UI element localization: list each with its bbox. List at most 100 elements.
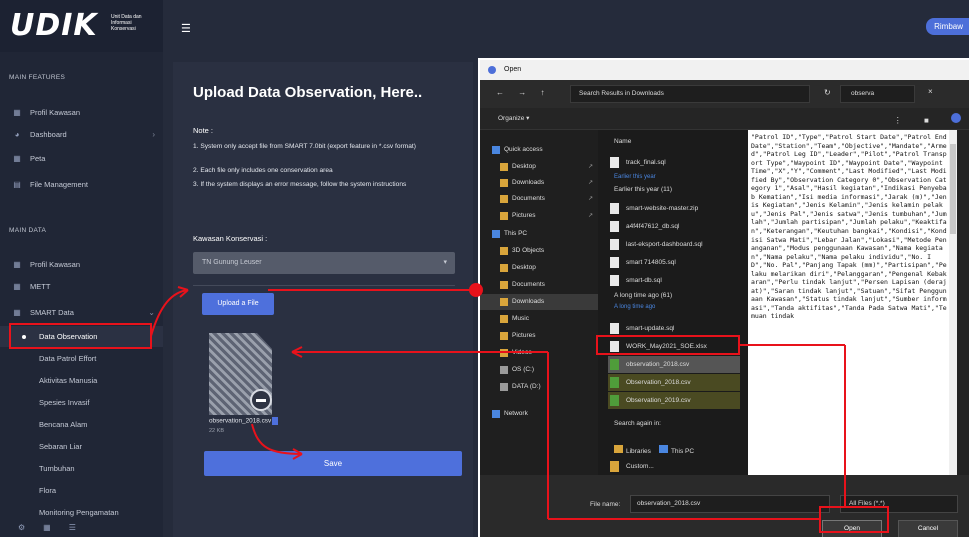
nav-item[interactable]: Quick access	[480, 142, 598, 158]
file-item[interactable]: smart-db.sql	[608, 272, 740, 289]
nav-item[interactable]: Desktop	[480, 260, 598, 276]
pin-icon: ↗	[588, 164, 594, 170]
nav-item[interactable]: OS (C:)	[480, 362, 598, 378]
save-button[interactable]: Save	[204, 451, 462, 476]
file-item[interactable]: smart-update.sql	[608, 320, 740, 337]
map-icon: ▦	[13, 154, 21, 163]
nav-item[interactable]: Network	[480, 406, 598, 422]
navigation-pane: Quick access Desktop ↗ Downloads ↗ Documents ↗…	[480, 130, 598, 475]
search-input[interactable]: observa	[840, 85, 915, 103]
file-item[interactable]: smart 714805.sql	[608, 254, 740, 271]
nav-item-label: 3D Objects	[512, 247, 545, 254]
file-item-label: observation_2018.csv	[626, 361, 690, 368]
nav-item[interactable]: Desktop ↗	[480, 159, 598, 175]
nav-item[interactable]: 3D Objects	[480, 243, 598, 259]
sidebar-item-profil-kawasan[interactable]: ▦ Profil Kawasan	[0, 102, 163, 124]
sidebar-subitem-tumbuhan[interactable]: Tumbuhan	[0, 458, 163, 479]
file-item[interactable]: track_final.sql	[608, 154, 740, 171]
sidebar-subitem-label: Tumbuhan	[39, 464, 75, 473]
file-item[interactable]: Observation_2018.csv	[608, 374, 740, 391]
open-file-dialog: Open ← → ↑ Search Results in Downloads ↻…	[478, 58, 969, 537]
hamburger-icon[interactable]: ☰	[181, 22, 191, 35]
nav-item[interactable]: Pictures ↗	[480, 208, 598, 224]
file-icon	[610, 275, 619, 286]
sidebar-subitem-spesies-invasif[interactable]: Spesies Invasif	[0, 392, 163, 413]
sidebar-subitem-label: Spesies Invasif	[39, 398, 90, 407]
file-item[interactable]: Observation_2019.csv	[608, 392, 740, 409]
sidebar-item-profil-kawasan-data[interactable]: ▦ Profil Kawasan	[0, 254, 163, 276]
folder-icon	[500, 195, 508, 203]
grid-icon[interactable]: ▦	[43, 519, 51, 537]
user-menu-button[interactable]: Rimbaw	[926, 18, 969, 35]
sidebar-item-mett[interactable]: ▦ METT	[0, 276, 163, 298]
sidebar-item-label: Peta	[30, 154, 46, 163]
sidebar-subitem-flora[interactable]: Flora	[0, 480, 163, 501]
sidebar-subitem-data-observation[interactable]: Data Observation	[0, 326, 163, 347]
address-bar: ← → ↑ Search Results in Downloads ↻ obse…	[480, 80, 969, 108]
group-link[interactable]: A long time ago	[614, 304, 655, 310]
file-name-input[interactable]: observation_2018.csv	[630, 495, 830, 513]
navigation-arrows[interactable]: ← → ↑	[496, 88, 550, 97]
drive-icon	[500, 383, 508, 391]
sidebar-subitem-label: Data Observation	[39, 332, 98, 341]
group-link[interactable]: Earlier this year	[614, 174, 656, 180]
nav-item-label: Downloads	[512, 179, 545, 186]
sidebar-item-dashboard[interactable]: ◕ Dashboard ›	[0, 124, 163, 146]
nav-item[interactable]: Videos	[480, 345, 598, 361]
sidebar-subitem-bencana-alam[interactable]: Bencana Alam	[0, 414, 163, 435]
sidebar-item-label: METT	[30, 282, 51, 291]
refresh-icon[interactable]: ↻	[824, 88, 831, 97]
file-item[interactable]: a4f4f47612_db.sql	[608, 218, 740, 235]
nav-item[interactable]: Downloads ↗	[480, 175, 598, 191]
column-header-name[interactable]: Name	[614, 138, 631, 145]
sidebar-subitem-label: Sebaran Liar	[39, 442, 82, 451]
cancel-button[interactable]: Cancel	[898, 520, 958, 537]
file-icon	[610, 377, 619, 388]
sidebar-item-file-management[interactable]: ▤ File Management	[0, 174, 163, 196]
sidebar-item-peta[interactable]: ▦ Peta	[0, 148, 163, 170]
nav-item[interactable]: Downloads	[480, 294, 598, 310]
nav-item[interactable]: Documents	[480, 277, 598, 293]
sidebar-subitem-sebaran-liar[interactable]: Sebaran Liar	[0, 436, 163, 457]
file-item[interactable]: observation_2018.csv	[608, 356, 740, 373]
organize-button[interactable]: Organize ▾	[498, 114, 529, 122]
sidebar-subitem-aktivitas-manusia[interactable]: Aktivitas Manusia	[0, 370, 163, 391]
settings-icon[interactable]: ⚙	[18, 519, 25, 537]
app-logo[interactable]: UDIK	[10, 8, 98, 43]
upload-file-button[interactable]: Upload a File	[202, 293, 274, 315]
uploaded-file-size: 22 KB	[209, 428, 224, 434]
this-pc-link[interactable]: This PC	[658, 445, 694, 455]
close-search-icon[interactable]: ×	[928, 87, 933, 96]
sidebar-item-label: Profil Kawasan	[30, 108, 81, 117]
help-icon[interactable]	[951, 113, 961, 123]
file-type-select[interactable]: All Files (*.*)	[840, 495, 958, 513]
file-item-label: smart-db.sql	[626, 277, 662, 284]
kawasan-select[interactable]: TN Gunung Leuser ▾	[193, 252, 455, 274]
nav-item[interactable]: Pictures	[480, 328, 598, 344]
nav-item[interactable]: This PC	[480, 226, 598, 242]
file-item[interactable]: smart-website-master.zip	[608, 200, 740, 217]
file-icon	[610, 221, 619, 232]
libraries-link[interactable]: Libraries	[614, 445, 651, 455]
note-item: 2. Each file only includes one conservat…	[193, 167, 333, 174]
open-button[interactable]: Open	[822, 520, 882, 537]
nav-item[interactable]: Music	[480, 311, 598, 327]
custom-link[interactable]: Custom...	[608, 458, 740, 475]
screenshot-root: UDIK Unit Data dan Informasi Konservasi …	[0, 0, 969, 537]
dialog-title: Open	[504, 66, 522, 73]
remove-file-icon[interactable]	[250, 389, 272, 411]
sidebar-subitem-patrol-effort[interactable]: Data Patrol Effort	[0, 348, 163, 369]
file-item[interactable]: WORK_May2021_SOE.xlsx	[608, 338, 740, 355]
address-input[interactable]: Search Results in Downloads	[570, 85, 810, 103]
scroll-thumb[interactable]	[950, 144, 956, 234]
preview-scrollbar[interactable]	[949, 130, 957, 475]
list-icon[interactable]: ☰	[69, 519, 76, 537]
view-options[interactable]: ⋮ ■	[894, 113, 961, 125]
file-icon	[610, 157, 619, 168]
file-item[interactable]: last-eksport-dashboard.sql	[608, 236, 740, 253]
file-item-label: last-eksport-dashboard.sql	[626, 241, 703, 248]
nav-item[interactable]: Documents ↗	[480, 191, 598, 207]
nav-item[interactable]: DATA (D:)	[480, 379, 598, 395]
sidebar-item-smart-data[interactable]: ▦ SMART Data ⌄	[0, 302, 163, 324]
file-item-label: a4f4f47612_db.sql	[626, 223, 680, 230]
